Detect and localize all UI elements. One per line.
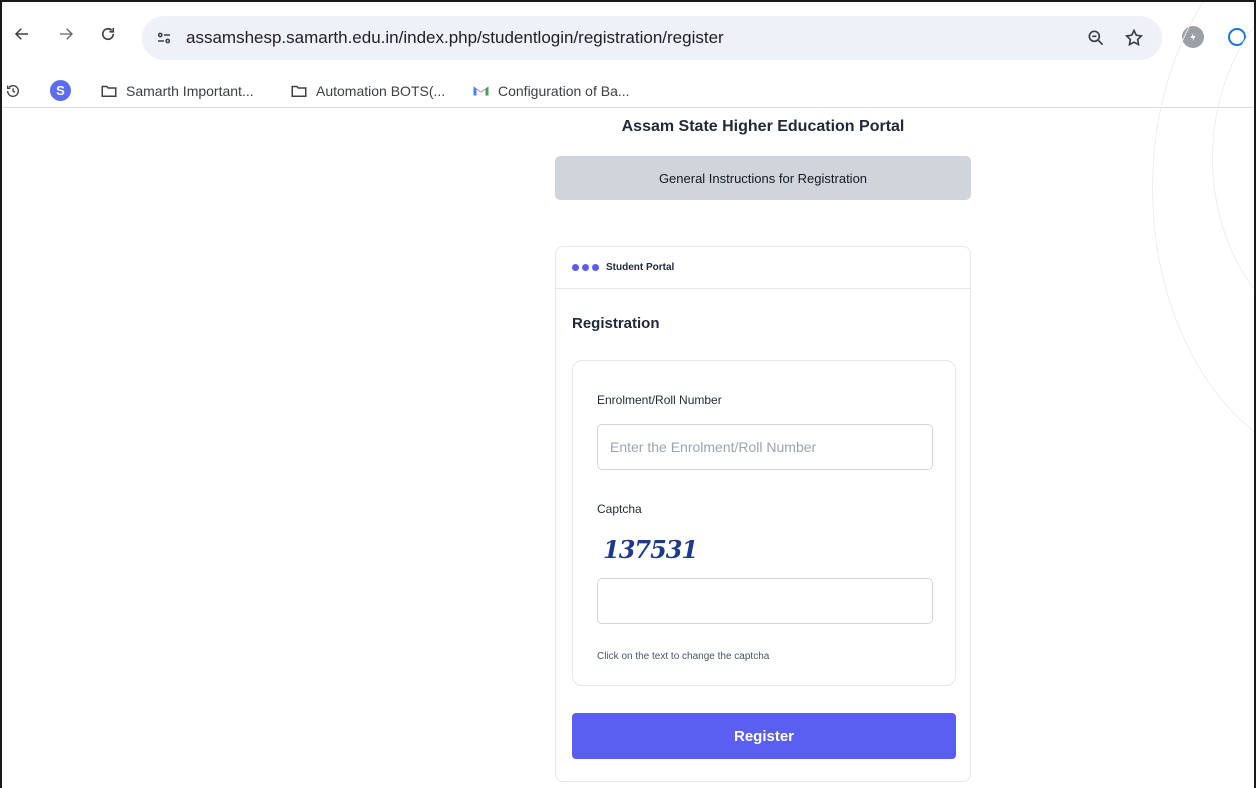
gmail-icon: [473, 86, 489, 96]
registration-card: Student Portal Registration Enrolment/Ro…: [555, 246, 971, 782]
bookmark-star-icon[interactable]: [1122, 26, 1146, 50]
site-info-icon[interactable]: [150, 24, 178, 52]
browser-toolbar: assamshesp.samarth.edu.in/index.php/stud…: [2, 2, 1254, 74]
folder-icon: [291, 85, 307, 97]
roll-number-input[interactable]: [597, 424, 933, 470]
roll-number-label: Enrolment/Roll Number: [597, 393, 722, 407]
url-text[interactable]: assamshesp.samarth.edu.in/index.php/stud…: [186, 28, 724, 48]
page-title: Assam State Higher Education Portal: [621, 118, 905, 135]
page-content: Assam State Higher Education Portal Gene…: [2, 2, 1254, 788]
zoom-icon[interactable]: [1084, 26, 1108, 50]
card-header: Student Portal: [556, 247, 970, 289]
bookmark-s-icon[interactable]: S: [50, 80, 71, 101]
bookmark-label: Automation BOTS(...: [316, 83, 446, 99]
folder-icon: [101, 85, 117, 97]
bookmark-label: Configuration of Ba...: [498, 83, 630, 99]
bookmark-folder-samarth[interactable]: Samarth Important...: [100, 80, 254, 102]
bookmarks-bar: S Samarth Important... Automation BOTS(.…: [2, 74, 1254, 108]
reload-icon[interactable]: [94, 20, 122, 48]
portal-label: Student Portal: [606, 262, 675, 273]
register-button[interactable]: Register: [572, 713, 956, 759]
captcha-input[interactable]: [597, 578, 933, 624]
back-arrow-icon[interactable]: [8, 20, 36, 48]
forward-arrow-icon[interactable]: [52, 20, 80, 48]
captcha-image[interactable]: 137531: [603, 535, 698, 564]
general-instructions-button[interactable]: General Instructions for Registration: [555, 156, 971, 200]
history-icon[interactable]: [2, 80, 24, 102]
bookmark-gmail-configuration[interactable]: Configuration of Ba...: [472, 80, 630, 102]
registration-heading: Registration: [572, 315, 660, 332]
browser-window: assamshesp.samarth.edu.in/index.php/stud…: [0, 0, 1256, 788]
registration-form: Enrolment/Roll Number Captcha 137531 Cli…: [572, 360, 956, 686]
captcha-label: Captcha: [597, 502, 642, 516]
bookmark-folder-automation[interactable]: Automation BOTS(...: [290, 80, 445, 102]
dots-icon: [572, 264, 599, 271]
captcha-hint: Click on the text to change the captcha: [597, 651, 770, 662]
bookmark-label: Samarth Important...: [126, 83, 254, 99]
address-bar[interactable]: assamshesp.samarth.edu.in/index.php/stud…: [142, 16, 1162, 60]
